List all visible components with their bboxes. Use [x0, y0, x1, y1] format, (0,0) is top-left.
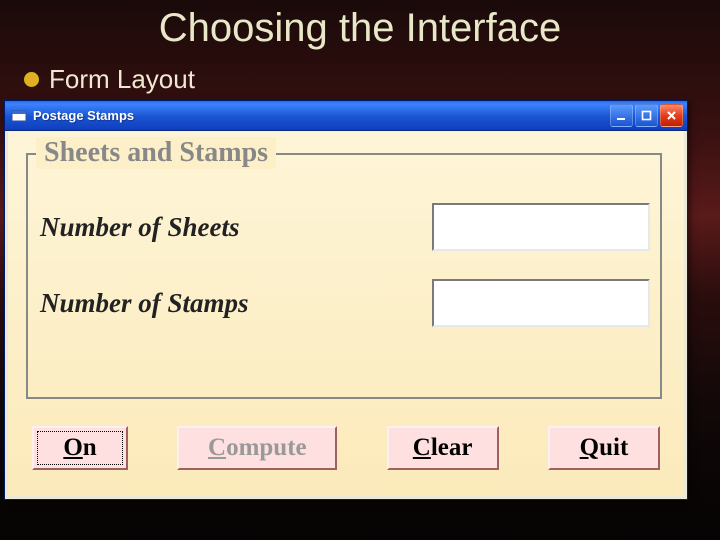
- quit-button-rest: uit: [599, 434, 628, 461]
- row-stamps: Number of Stamps: [40, 279, 650, 327]
- button-bar: On Compute Clear Quit: [32, 426, 660, 470]
- titlebar[interactable]: Postage Stamps: [5, 101, 687, 131]
- compute-button-underline: C: [208, 434, 226, 461]
- compute-button-rest: ompute: [226, 434, 307, 461]
- bullet-icon: [24, 72, 39, 87]
- group-legend: Sheets and Stamps: [36, 137, 276, 169]
- window-controls: [610, 104, 683, 127]
- quit-button-underline: Q: [580, 434, 599, 461]
- row-sheets: Number of Sheets: [40, 203, 650, 251]
- minimize-button[interactable]: [610, 104, 633, 127]
- input-sheets[interactable]: [432, 203, 650, 251]
- bullet-text: Form Layout: [49, 64, 195, 95]
- form-client-area: Sheets and Stamps Number of Sheets Numbe…: [8, 131, 684, 496]
- group-sheets-and-stamps: Sheets and Stamps Number of Sheets Numbe…: [26, 139, 662, 399]
- maximize-button[interactable]: [635, 104, 658, 127]
- on-button[interactable]: On: [32, 426, 128, 470]
- group-frame: [26, 153, 662, 399]
- clear-button-rest: lear: [431, 434, 473, 461]
- compute-button[interactable]: Compute: [177, 426, 337, 470]
- label-sheets: Number of Sheets: [40, 212, 432, 243]
- input-stamps[interactable]: [432, 279, 650, 327]
- app-icon: [11, 108, 27, 124]
- slide: Choosing the Interface Form Layout Posta…: [0, 0, 720, 540]
- bullet-item: Form Layout: [24, 64, 195, 95]
- close-button[interactable]: [660, 104, 683, 127]
- window-title: Postage Stamps: [33, 108, 610, 123]
- quit-button[interactable]: Quit: [548, 426, 660, 470]
- slide-title: Choosing the Interface: [0, 6, 720, 51]
- on-button-underline: O: [63, 434, 82, 461]
- label-stamps: Number of Stamps: [40, 288, 432, 319]
- clear-button[interactable]: Clear: [387, 426, 499, 470]
- on-button-rest: n: [83, 434, 97, 461]
- clear-button-underline: C: [413, 434, 431, 461]
- application-window: Postage Stamps Sheets and: [4, 100, 688, 500]
